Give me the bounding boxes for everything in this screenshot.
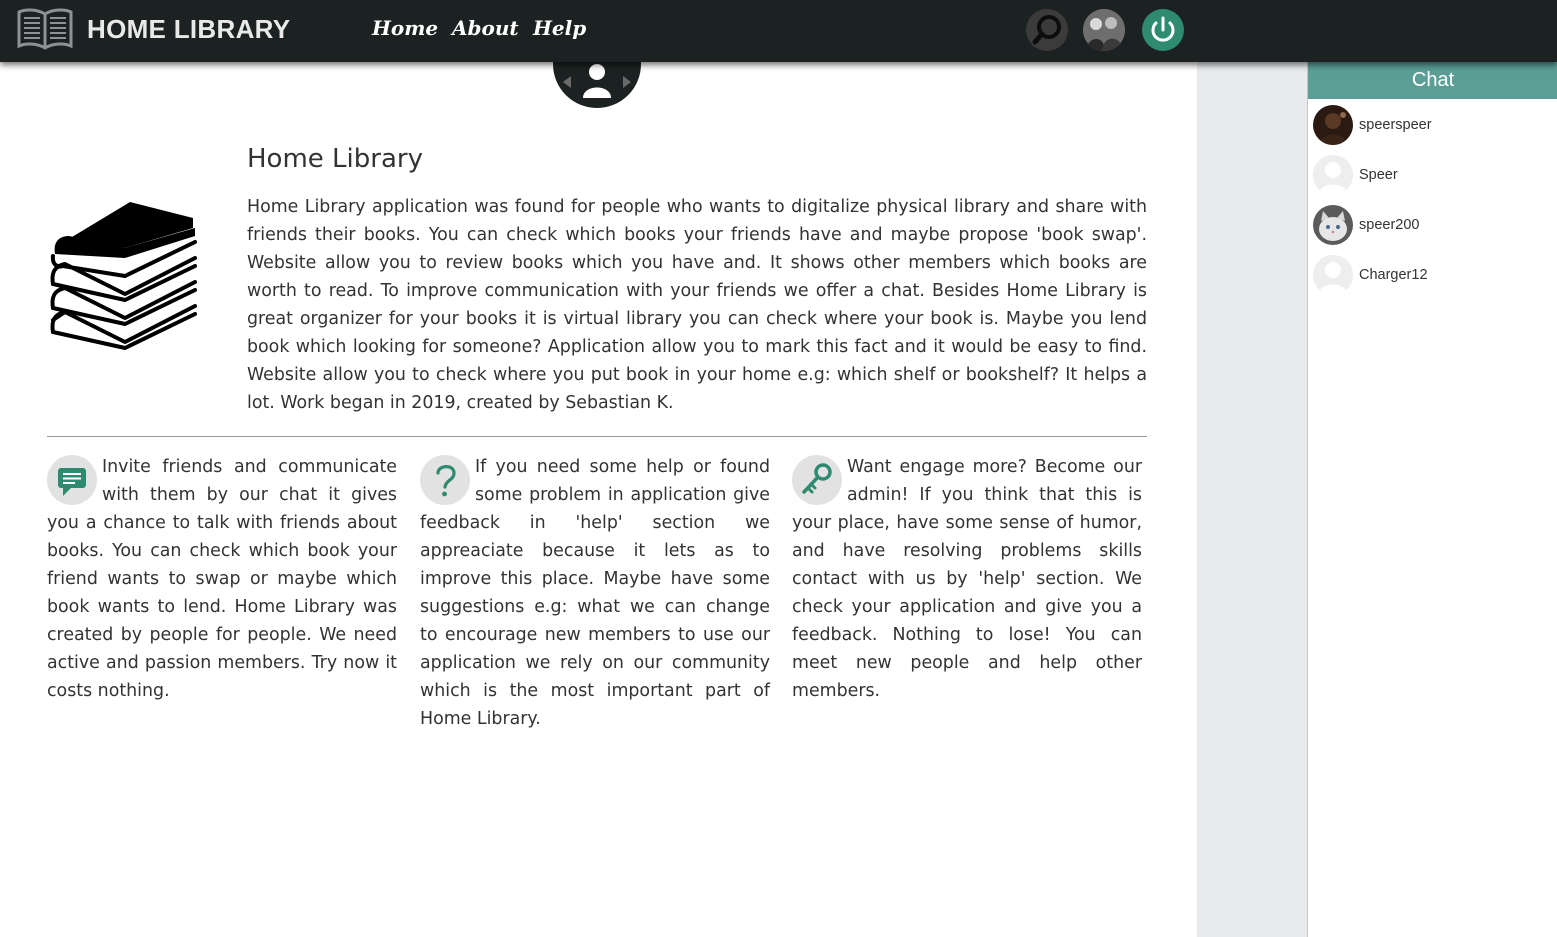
key-feature-icon (792, 455, 842, 505)
avatar (1313, 155, 1353, 195)
nav-home-link[interactable]: Home (372, 16, 438, 40)
feature-admin: Want engage more? Become our admin! If y… (792, 453, 1142, 705)
chat-user-item[interactable]: Speer (1313, 154, 1398, 196)
feature-admin-text: Want engage more? Become our admin! If y… (792, 457, 1142, 701)
page-title: Home Library (247, 144, 423, 174)
chat-user-item[interactable]: speerspeer (1313, 104, 1432, 146)
intro-text: Home Library application was found for p… (247, 197, 1147, 413)
chat-header[interactable]: Chat (1308, 62, 1557, 99)
avatar (1313, 205, 1353, 245)
feature-chat: Invite friends and communicate with them… (47, 453, 397, 705)
avatar (1313, 255, 1353, 295)
search-button[interactable] (1026, 9, 1068, 51)
nav-help-link[interactable]: Help (533, 16, 586, 40)
avatar (1313, 105, 1353, 145)
search-icon (1032, 15, 1061, 45)
sidebar-gap (1197, 62, 1307, 937)
chat-user-item[interactable]: Charger12 (1313, 254, 1428, 296)
nav-about-link[interactable]: About (452, 16, 519, 40)
chat-user-name: Speer (1359, 167, 1398, 183)
logout-button[interactable] (1142, 9, 1184, 51)
chat-user-item[interactable]: speer200 (1313, 204, 1419, 246)
feature-help: If you need some help or found some prob… (420, 453, 770, 733)
question-feature-icon (420, 455, 470, 505)
chat-user-name: speerspeer (1359, 117, 1432, 133)
section-divider (47, 436, 1147, 437)
user-avatar-button[interactable] (1083, 9, 1125, 51)
chat-user-name: speer200 (1359, 217, 1420, 233)
books-stack-icon (50, 202, 197, 350)
chat-user-name: Charger12 (1359, 267, 1428, 283)
user-avatar (1083, 9, 1125, 51)
feature-chat-text: Invite friends and communicate with them… (47, 457, 397, 701)
feature-help-text: If you need some help or found some prob… (420, 457, 770, 729)
brand-title[interactable]: HOME LIBRARY (87, 14, 290, 45)
book-icon[interactable] (15, 6, 75, 52)
chat-feature-icon (47, 455, 97, 505)
top-navbar: HOME LIBRARY Home About Help (0, 0, 1557, 62)
chat-panel: Chat speerspeer Speer speer200 Charger12 (1307, 62, 1557, 937)
power-icon (1151, 16, 1175, 42)
